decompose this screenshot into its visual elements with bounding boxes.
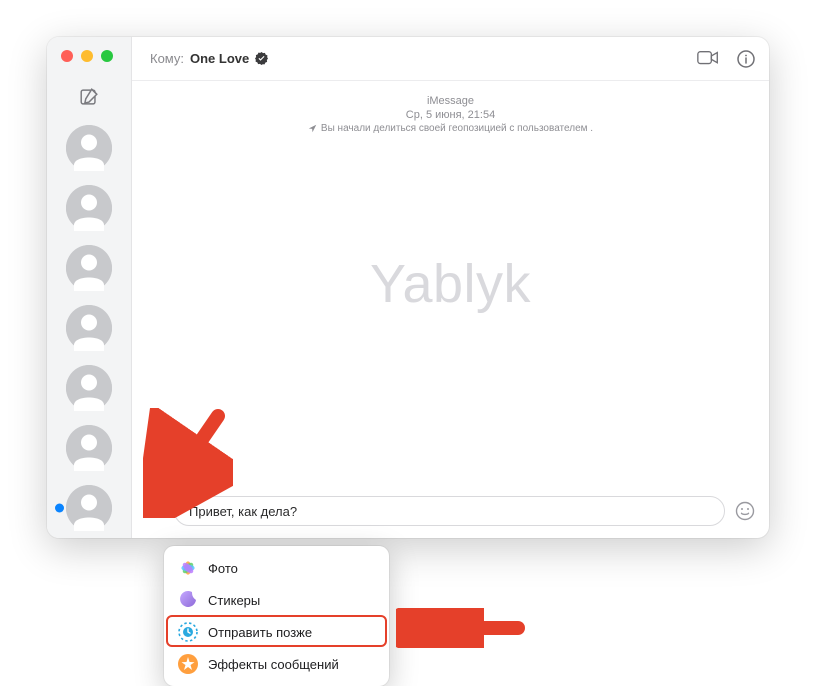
avatar — [66, 425, 112, 471]
menu-item-stickers[interactable]: Стикеры — [170, 584, 383, 616]
system-message: Вы начали делиться своей геопозицией с п… — [308, 123, 593, 134]
photos-app-icon — [178, 558, 198, 578]
watermark: Yablyk — [370, 253, 531, 315]
menu-item-send-later[interactable]: Отправить позже — [170, 616, 383, 648]
avatar — [66, 125, 112, 171]
close-window-button[interactable] — [61, 50, 73, 62]
menu-item-label: Фото — [208, 561, 238, 576]
verified-badge-icon — [255, 52, 268, 65]
conversation-item[interactable] — [47, 305, 131, 351]
minimize-window-button[interactable] — [81, 50, 93, 62]
location-arrow-icon — [308, 124, 317, 133]
apps-menu: Фото Стикеры Отправить позже Эффекты соо… — [164, 546, 389, 686]
contact-name: One Love — [190, 51, 249, 66]
maximize-window-button[interactable] — [101, 50, 113, 62]
messages-body: iMessage Ср, 5 июня, 21:54 Вы начали дел… — [132, 81, 769, 486]
avatar — [66, 185, 112, 231]
to-label: Кому: — [150, 51, 184, 66]
compose-bar: Привет, как дела? — [132, 486, 769, 538]
conversation-item[interactable] — [47, 245, 131, 291]
window-controls — [47, 37, 131, 75]
menu-item-photos[interactable]: Фото — [170, 552, 383, 584]
menu-item-label: Эффекты сообщений — [208, 657, 339, 672]
apps-plus-button[interactable] — [144, 501, 164, 521]
compose-new-message-button[interactable] — [78, 86, 100, 108]
avatar — [66, 485, 112, 531]
annotation-arrow — [396, 608, 526, 648]
facetime-video-button[interactable] — [697, 50, 719, 68]
service-label: iMessage — [427, 95, 474, 107]
avatar — [66, 305, 112, 351]
conversation-item[interactable] — [47, 185, 131, 231]
conversation-item-active[interactable] — [47, 485, 131, 531]
menu-item-label: Отправить позже — [208, 625, 312, 640]
conversation-header: Кому: One Love — [132, 37, 769, 81]
conversation-item[interactable] — [47, 365, 131, 411]
menu-item-label: Стикеры — [208, 593, 260, 608]
avatar — [66, 245, 112, 291]
message-input-text: Привет, как дела? — [189, 504, 297, 519]
sidebar — [47, 37, 132, 538]
conversation-pane: Кому: One Love — [132, 37, 769, 538]
stickers-icon — [178, 590, 198, 610]
unread-dot-icon — [55, 504, 64, 513]
send-later-clock-icon — [178, 622, 198, 642]
conversation-item[interactable] — [47, 425, 131, 471]
message-effects-icon — [178, 654, 198, 674]
emoji-picker-button[interactable] — [735, 501, 755, 521]
message-input[interactable]: Привет, как дела? — [174, 496, 725, 526]
menu-item-message-effects[interactable]: Эффекты сообщений — [170, 648, 383, 680]
messages-window: Кому: One Love — [47, 37, 769, 538]
conversation-list — [47, 119, 131, 538]
details-info-button[interactable] — [737, 50, 755, 68]
date-label: Ср, 5 июня, 21:54 — [406, 109, 495, 121]
conversation-item[interactable] — [47, 125, 131, 171]
avatar — [66, 365, 112, 411]
